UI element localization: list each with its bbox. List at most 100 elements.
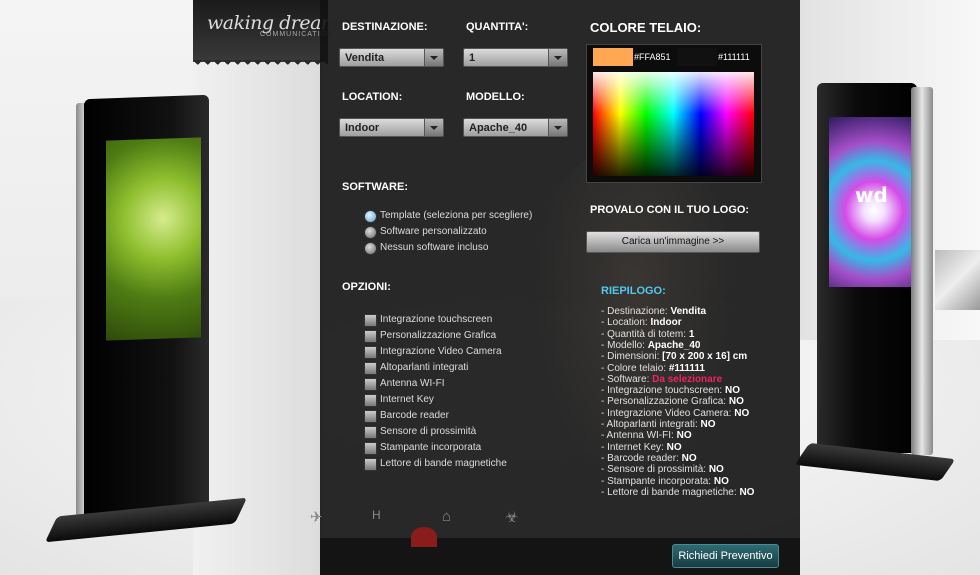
summary-line-label: - Quantità di totem: bbox=[601, 328, 689, 340]
option-label: Sensore di prossimità bbox=[380, 426, 477, 437]
summary-line-value: Vendita bbox=[670, 306, 707, 317]
opzioni-label: OPZIONI: bbox=[342, 281, 391, 293]
option-label: Lettore di bande magnetiche bbox=[380, 458, 507, 469]
summary-line-value: NO bbox=[724, 385, 740, 397]
summary-line-value: Da selezionare bbox=[652, 373, 723, 385]
summary-line-value: NO bbox=[676, 430, 692, 442]
summary-line-label: - Destinazione: bbox=[601, 306, 671, 317]
summary-line: - Personalizzazione Grafica: NO bbox=[601, 396, 744, 407]
summary-line-value: #111111 bbox=[668, 362, 705, 374]
summary-line-value: [70 x 200 x 16] cm bbox=[662, 351, 748, 363]
summary-line: - Quantità di totem: 1 bbox=[601, 329, 694, 340]
modello-select[interactable]: Apache_40 bbox=[463, 118, 568, 137]
software-radio-template[interactable] bbox=[364, 210, 377, 223]
option-checkbox[interactable] bbox=[364, 346, 377, 359]
kiosk-screen-logo: wd bbox=[855, 183, 888, 207]
color-swatch-selected[interactable] bbox=[677, 48, 717, 66]
option-label: Antenna WI-FI bbox=[380, 378, 445, 389]
biohazard-icon[interactable]: ☣ bbox=[505, 508, 518, 526]
request-quote-button[interactable]: Richiedi Preventivo bbox=[672, 544, 779, 568]
summary-line-label: - Sensore di prossimità: bbox=[601, 464, 709, 476]
summary-line-label: - Lettore di bande magnetiche: bbox=[601, 486, 740, 498]
destinazione-value: Vendita bbox=[345, 52, 385, 64]
summary-line-label: - Antenna WI-FI: bbox=[601, 430, 677, 442]
option-label: Integrazione touchscreen bbox=[380, 314, 493, 325]
summary-line-label: - Colore telaio: bbox=[601, 362, 669, 374]
option-checkbox[interactable] bbox=[364, 314, 377, 327]
summary-line: - Colore telaio: #111111 bbox=[601, 363, 705, 374]
software-label: SOFTWARE: bbox=[342, 181, 408, 193]
option-checkbox[interactable] bbox=[364, 330, 377, 343]
chevron-down-icon bbox=[424, 119, 443, 136]
color-swatch-primary[interactable] bbox=[593, 48, 633, 66]
summary-line: - Destinazione: Vendita bbox=[601, 306, 706, 317]
summary-line-value: NO bbox=[681, 452, 697, 464]
option-label: Stampante incorporata bbox=[380, 442, 482, 453]
software-radio-none[interactable] bbox=[364, 242, 377, 255]
location-value: Indoor bbox=[345, 122, 380, 134]
destinazione-label: DESTINAZIONE: bbox=[342, 21, 428, 33]
summary-line-label: - Dimensioni: bbox=[601, 351, 663, 363]
summary-line: - Internet Key: NO bbox=[601, 442, 682, 453]
chevron-down-icon bbox=[548, 49, 567, 66]
summary-line-value: NO bbox=[708, 464, 724, 476]
option-checkbox[interactable] bbox=[364, 362, 377, 375]
option-label: Altoparlanti integrati bbox=[380, 362, 469, 373]
location-select[interactable]: Indoor bbox=[339, 118, 444, 137]
red-badge bbox=[411, 527, 437, 547]
summary-line-value: NO bbox=[739, 486, 755, 498]
kiosk-screen bbox=[106, 137, 201, 341]
summary-line: - Integrazione Video Camera: NO bbox=[601, 408, 749, 419]
option-checkbox[interactable] bbox=[364, 426, 377, 439]
option-label: Personalizzazione Grafica bbox=[380, 330, 497, 341]
option-checkbox[interactable] bbox=[364, 458, 377, 471]
summary-line-label: - Location: bbox=[601, 317, 651, 329]
kiosk-left-image bbox=[44, 94, 248, 543]
summary-line-label: - Stampante incorporata: bbox=[601, 475, 714, 487]
option-checkbox[interactable] bbox=[364, 378, 377, 391]
option-checkbox[interactable] bbox=[364, 442, 377, 455]
summary-line-value: NO bbox=[700, 419, 716, 430]
summary-line-label: - Altoparlanti integrati: bbox=[601, 419, 701, 430]
summary-line: - Dimensioni: [70 x 200 x 16] cm bbox=[601, 351, 747, 362]
summary-line-label: - Integrazione touchscreen: bbox=[601, 385, 725, 397]
color-swatch-primary-hex: #FFA851 bbox=[634, 52, 671, 62]
chevron-down-icon bbox=[548, 119, 567, 136]
summary-line: - Barcode reader: NO bbox=[601, 453, 697, 464]
summary-line-label: - Modello: bbox=[601, 339, 648, 351]
kiosk-frame bbox=[911, 87, 933, 455]
summary-title: RIEPILOGO: bbox=[601, 285, 666, 297]
summary-line: - Stampante incorporata: NO bbox=[601, 476, 729, 487]
option-checkbox[interactable] bbox=[364, 394, 377, 407]
hospital-icon[interactable]: H bbox=[372, 508, 381, 522]
airplane-icon[interactable]: ✈ bbox=[310, 508, 323, 526]
summary-line-label: - Integrazione Video Camera: bbox=[601, 407, 735, 419]
software-option-label: Template (seleziona per scegliere) bbox=[380, 210, 533, 221]
summary-line: - Modello: Apache_40 bbox=[601, 340, 701, 351]
museum-icon[interactable]: ⌂ bbox=[442, 508, 451, 525]
quantita-value: 1 bbox=[469, 52, 476, 64]
chevron-down-icon bbox=[424, 49, 443, 66]
destinazione-select[interactable]: Vendita bbox=[339, 48, 444, 67]
software-option-label: Nessun software incluso bbox=[380, 242, 489, 253]
location-label: LOCATION: bbox=[342, 91, 403, 103]
banner-edge bbox=[193, 60, 328, 70]
quantita-select[interactable]: 1 bbox=[463, 48, 568, 67]
summary-line-value: NO bbox=[734, 407, 750, 419]
summary-line-value: Indoor bbox=[650, 317, 682, 329]
summary-line-value: NO bbox=[713, 475, 729, 487]
logo-label: PROVALO CON IL TUO LOGO: bbox=[590, 204, 750, 216]
quantita-label: QUANTITA': bbox=[466, 21, 529, 33]
upload-image-button[interactable]: Carica un'immagine >> bbox=[586, 231, 760, 253]
summary-line-label: - Internet Key: bbox=[601, 441, 667, 453]
kiosk-right-image: wd bbox=[794, 83, 956, 482]
color-swatch-selected-hex: #111111 bbox=[718, 52, 750, 62]
summary-line-value: NO bbox=[728, 396, 744, 408]
modello-value: Apache_40 bbox=[469, 122, 528, 134]
colore-label: COLORE TELAIO: bbox=[590, 20, 702, 35]
software-radio-custom[interactable] bbox=[364, 226, 377, 239]
summary-line: - Location: Indoor bbox=[601, 317, 682, 328]
option-checkbox[interactable] bbox=[364, 410, 377, 423]
color-spectrum[interactable] bbox=[593, 72, 754, 176]
option-label: Internet Key bbox=[380, 394, 434, 405]
